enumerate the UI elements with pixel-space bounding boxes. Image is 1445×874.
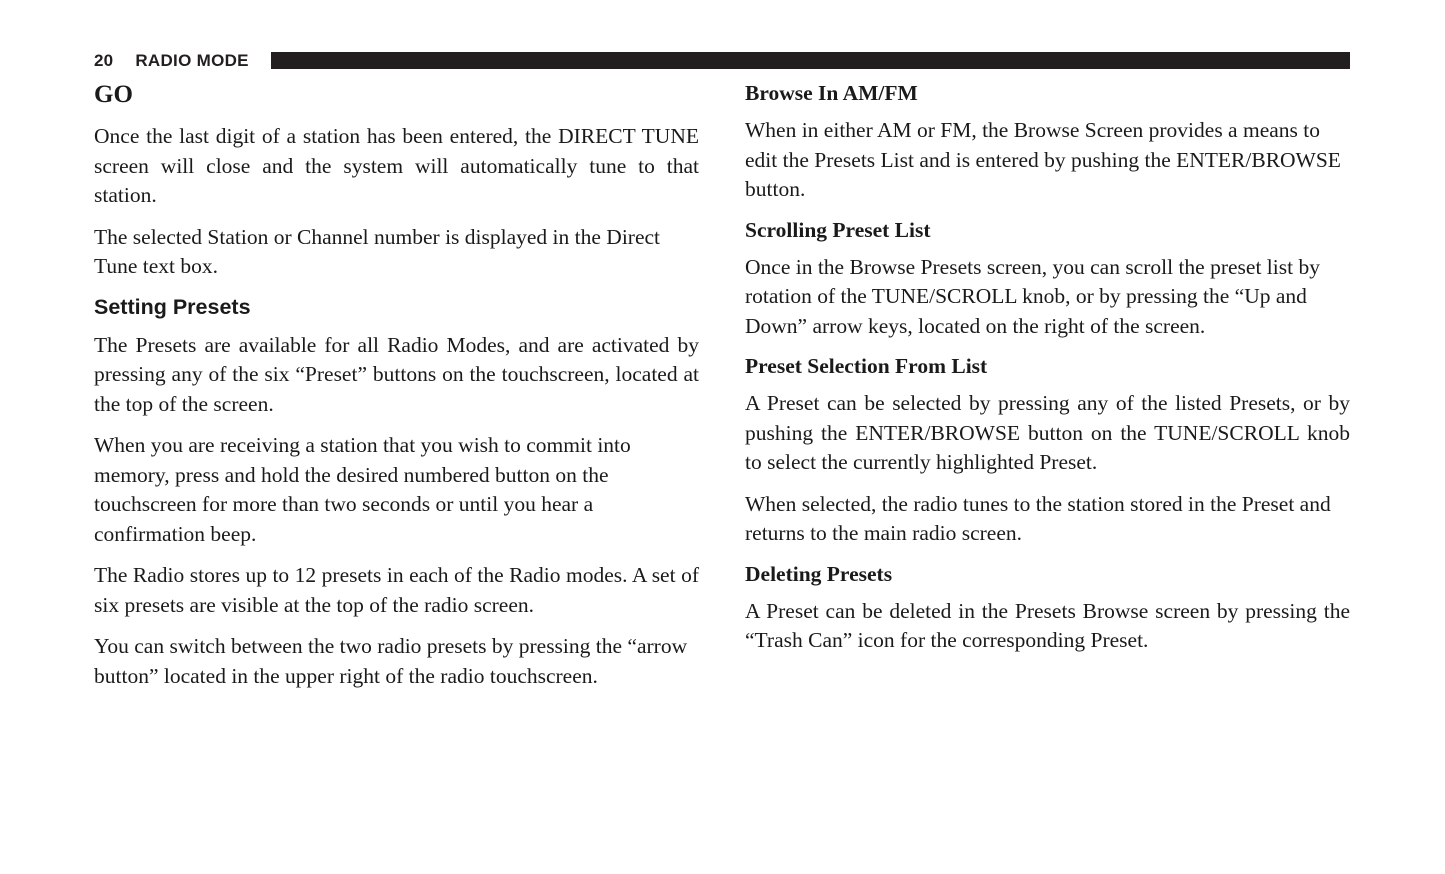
heading-scrolling-preset-list: Scrolling Preset List xyxy=(745,217,931,242)
paragraph-presets-available: The Presets are available for all Radio … xyxy=(94,332,699,416)
two-column-body: GO Once the last digit of a station has … xyxy=(94,80,1350,703)
paragraph-browse-screen-entry: When in either AM or FM, the Browse Scre… xyxy=(745,118,1341,201)
manual-page: 20 RADIO MODE GO Once the last digit of … xyxy=(0,0,1445,874)
paragraph-delete-preset-trash-can: A Preset can be deleted in the Presets B… xyxy=(745,598,1350,653)
paragraph-scroll-preset-list: Once in the Browse Presets screen, you c… xyxy=(745,254,1320,338)
heading-setting-presets: Setting Presets xyxy=(94,294,251,319)
page-number: 20 xyxy=(94,50,114,70)
paragraph-selected-station-display: The selected Station or Channel number i… xyxy=(94,224,661,279)
heading-go: GO xyxy=(94,81,133,108)
heading-browse-in-am-fm: Browse In AM/FM xyxy=(745,81,918,105)
paragraph-select-preset: A Preset can be selected by pressing any… xyxy=(745,391,1350,474)
header-rule-bar xyxy=(270,51,1350,69)
page-title: RADIO MODE xyxy=(135,50,249,70)
paragraph-preset-capacity: The Radio stores up to 12 presets in eac… xyxy=(94,563,699,617)
paragraph-direct-tune-close: Once the last digit of a station has bee… xyxy=(94,124,699,207)
right-column: Browse In AM/FM When in either AM or FM,… xyxy=(745,80,1350,703)
heading-deleting-presets: Deleting Presets xyxy=(745,561,893,586)
heading-preset-selection-from-list: Preset Selection From List xyxy=(745,354,988,378)
paragraph-commit-to-memory: When you are receiving a station that yo… xyxy=(94,433,631,546)
paragraph-tune-to-stored-station: When selected, the radio tunes to the st… xyxy=(745,491,1331,546)
running-header: 20 RADIO MODE xyxy=(94,48,1350,72)
left-column: GO Once the last digit of a station has … xyxy=(94,80,699,703)
paragraph-switch-preset-banks: You can switch between the two radio pre… xyxy=(94,634,688,688)
